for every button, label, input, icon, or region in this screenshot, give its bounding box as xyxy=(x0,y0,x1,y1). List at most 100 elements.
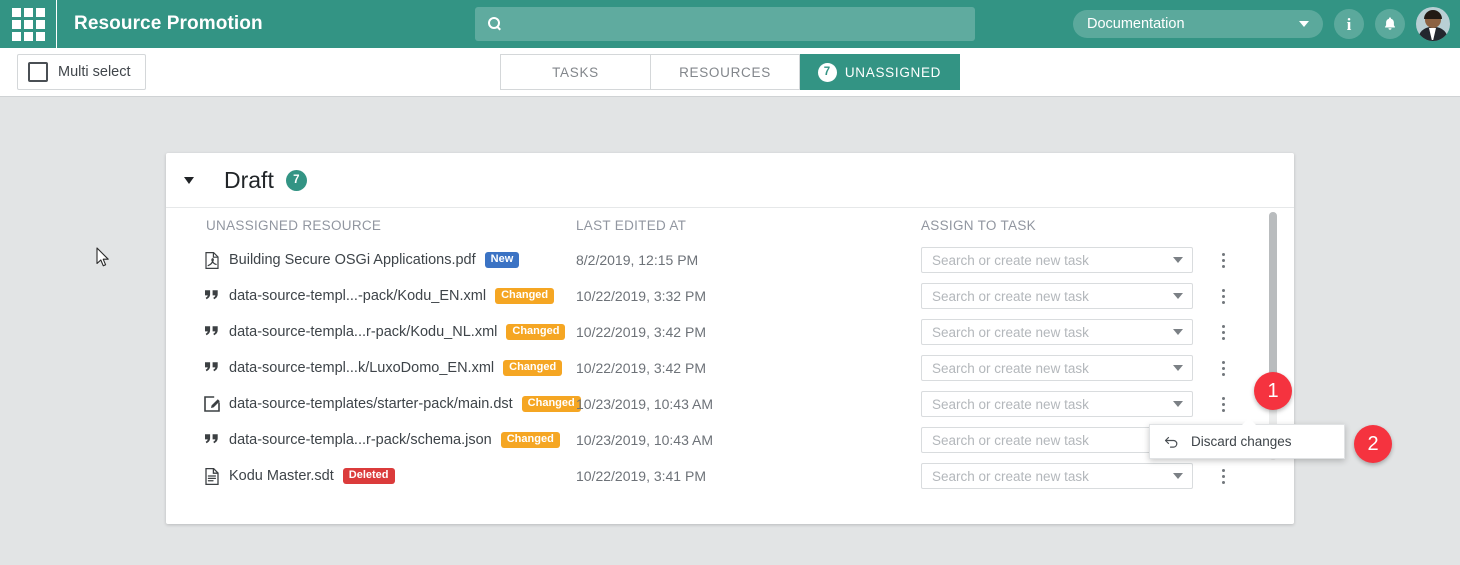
row-kebab-menu-button[interactable] xyxy=(1222,361,1226,376)
last-edited-cell: 10/22/2019, 3:32 PM xyxy=(576,288,921,304)
resource-cell: Building Secure OSGi Applications.pdf New xyxy=(166,252,576,269)
resource-cell: data-source-templa...r-pack/Kodu_NL.xmlC… xyxy=(166,324,576,341)
chevron-down-icon xyxy=(1299,21,1309,27)
resource-name: data-source-templ...k/LuxoDomo_EN.xml xyxy=(229,360,494,376)
table-row[interactable]: data-source-templ...k/LuxoDomo_EN.xml Cha… xyxy=(166,350,1294,386)
list-scrollbar[interactable] xyxy=(1269,212,1277,460)
pdf-file-icon xyxy=(204,252,220,269)
draft-count-badge: 7 xyxy=(286,170,307,191)
tab-bar: TASKS RESOURCES 7 UNASSIGNED xyxy=(500,54,960,90)
table-header-row: UNASSIGNED RESOURCE LAST EDITED AT ASSIG… xyxy=(166,208,1294,242)
resource-cell: Kodu Master.sdtDeleted xyxy=(166,468,576,485)
table-row[interactable]: data-source-templates/starter-pack/main.… xyxy=(166,386,1294,422)
row-kebab-menu-button[interactable] xyxy=(1222,469,1226,484)
column-header-last-edited: LAST EDITED AT xyxy=(576,218,921,233)
row-actions-cell xyxy=(1211,397,1251,412)
assign-task-cell: Search or create new task xyxy=(921,463,1211,489)
assign-task-select[interactable]: Search or create new task xyxy=(921,283,1193,309)
grid-apps-icon xyxy=(12,8,45,41)
assign-task-select[interactable]: Search or create new task xyxy=(921,247,1193,273)
mouse-cursor xyxy=(96,247,111,269)
row-actions-cell xyxy=(1211,253,1251,268)
info-button[interactable]: i xyxy=(1334,9,1364,39)
tab-tasks[interactable]: TASKS xyxy=(500,54,651,90)
multi-select-label: Multi select xyxy=(58,64,131,80)
draft-group-header[interactable]: Draft 7 xyxy=(166,153,1294,208)
notifications-button[interactable] xyxy=(1375,9,1405,39)
row-kebab-menu-button[interactable] xyxy=(1222,397,1226,412)
chevron-down-icon[interactable] xyxy=(1173,257,1183,263)
row-actions-cell xyxy=(1211,289,1251,304)
status-badge: Changed xyxy=(495,288,554,304)
status-badge: Changed xyxy=(522,396,581,412)
document-file-icon xyxy=(204,468,220,485)
xml-file-icon xyxy=(204,288,220,305)
app-header: Resource Promotion Documentation i xyxy=(0,0,1460,48)
info-icon: i xyxy=(1347,16,1352,33)
table-row[interactable]: data-source-templa...r-pack/Kodu_NL.xmlC… xyxy=(166,314,1294,350)
tab-unassigned[interactable]: 7 UNASSIGNED xyxy=(800,54,960,90)
global-search[interactable] xyxy=(475,7,975,41)
multi-select-toggle[interactable]: Multi select xyxy=(17,54,146,90)
space-selector[interactable]: Documentation xyxy=(1073,10,1323,38)
table-row[interactable]: Building Secure OSGi Applications.pdf New… xyxy=(166,242,1294,278)
resource-cell: data-source-templa...r-pack/schema.jsonC… xyxy=(166,432,576,449)
assign-task-placeholder: Search or create new task xyxy=(932,397,1089,412)
page-body: Draft 7 UNASSIGNED RESOURCE LAST EDITED … xyxy=(0,97,1460,565)
xml-file-icon xyxy=(204,360,220,377)
assign-task-select[interactable]: Search or create new task xyxy=(921,463,1193,489)
assign-task-placeholder: Search or create new task xyxy=(932,289,1089,304)
column-header-assign: ASSIGN TO TASK xyxy=(921,218,1211,233)
assign-task-select[interactable]: Search or create new task xyxy=(921,355,1193,381)
xml-file-icon xyxy=(204,324,220,341)
resource-cell: data-source-templ...k/LuxoDomo_EN.xml Cha… xyxy=(166,360,576,377)
chevron-down-icon[interactable] xyxy=(1173,473,1183,479)
assign-task-cell: Search or create new task xyxy=(921,283,1211,309)
status-badge: Changed xyxy=(501,432,560,448)
assign-task-placeholder: Search or create new task xyxy=(932,325,1089,340)
chevron-down-icon[interactable] xyxy=(1173,401,1183,407)
table-body: Building Secure OSGi Applications.pdf New… xyxy=(166,242,1294,494)
chevron-down-icon[interactable] xyxy=(1173,293,1183,299)
assign-task-select[interactable]: Search or create new task xyxy=(921,319,1193,345)
tab-resources-label: RESOURCES xyxy=(679,65,771,80)
list-scrollbar-thumb[interactable] xyxy=(1269,212,1277,377)
assign-task-cell: Search or create new task xyxy=(921,391,1211,417)
undo-arrow-icon xyxy=(1164,435,1179,448)
tab-unassigned-label: UNASSIGNED xyxy=(845,65,941,80)
apps-launcher-button[interactable] xyxy=(0,0,57,48)
caret-down-icon[interactable] xyxy=(184,177,194,184)
assign-task-cell: Search or create new task xyxy=(921,355,1211,381)
assign-task-cell: Search or create new task xyxy=(921,247,1211,273)
row-kebab-menu-button[interactable] xyxy=(1222,325,1226,340)
status-badge: New xyxy=(485,252,520,268)
space-selector-label: Documentation xyxy=(1087,16,1185,32)
table-row[interactable]: data-source-templ...-pack/Kodu_EN.xml Cha… xyxy=(166,278,1294,314)
row-actions-cell xyxy=(1211,361,1251,376)
chevron-down-icon[interactable] xyxy=(1173,365,1183,371)
chevron-down-icon[interactable] xyxy=(1173,329,1183,335)
tab-unassigned-count: 7 xyxy=(818,63,837,82)
row-context-menu[interactable]: Discard changes xyxy=(1149,424,1345,459)
row-kebab-menu-button[interactable] xyxy=(1222,253,1226,268)
bell-icon xyxy=(1382,16,1398,32)
search-input[interactable] xyxy=(503,16,975,32)
resource-name: Building Secure OSGi Applications.pdf xyxy=(229,252,476,268)
assign-task-placeholder: Search or create new task xyxy=(932,433,1089,448)
assign-task-cell: Search or create new task xyxy=(921,319,1211,345)
tab-resources[interactable]: RESOURCES xyxy=(651,54,800,90)
table-row[interactable]: Kodu Master.sdtDeleted10/22/2019, 3:41 P… xyxy=(166,458,1294,494)
last-edited-cell: 10/22/2019, 3:41 PM xyxy=(576,468,921,484)
discard-changes-label: Discard changes xyxy=(1191,434,1292,449)
assign-task-placeholder: Search or create new task xyxy=(932,253,1089,268)
row-actions-cell xyxy=(1211,469,1251,484)
avatar-hair xyxy=(1424,10,1442,19)
status-badge: Changed xyxy=(503,360,562,376)
assign-task-select[interactable]: Search or create new task xyxy=(921,391,1193,417)
xml-file-icon xyxy=(204,432,220,449)
table-row[interactable]: data-source-templa...r-pack/schema.jsonC… xyxy=(166,422,1294,458)
user-avatar[interactable] xyxy=(1416,7,1450,41)
resource-name: data-source-templ...-pack/Kodu_EN.xml xyxy=(229,288,486,304)
row-kebab-menu-button[interactable] xyxy=(1222,289,1226,304)
checkbox-icon[interactable] xyxy=(28,62,48,82)
